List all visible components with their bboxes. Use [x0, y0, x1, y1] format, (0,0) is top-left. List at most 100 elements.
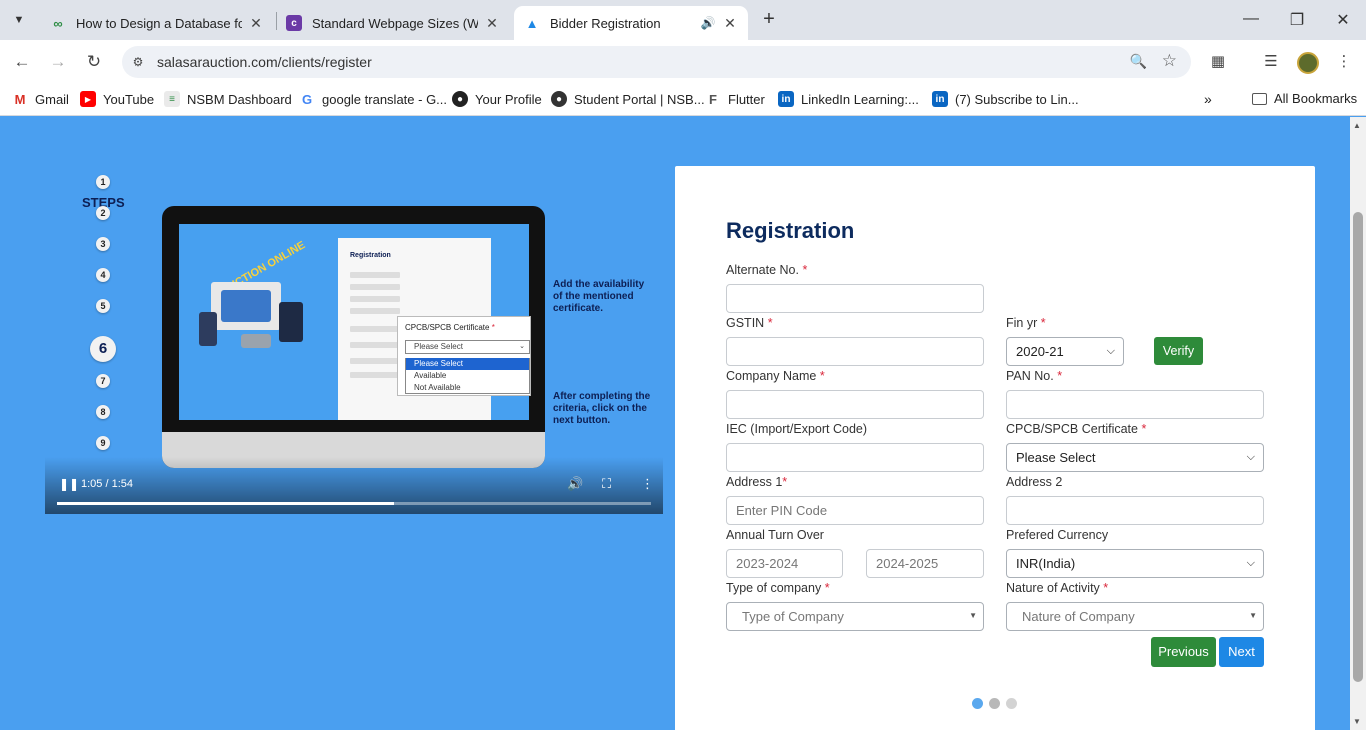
- bookmark-your-profile[interactable]: ● Your Profile: [452, 91, 542, 107]
- tab-strip: ▼ ∞ How to Design a Database for C ✕ c S…: [0, 0, 1366, 40]
- menu-icon[interactable]: ⋮: [1333, 51, 1355, 73]
- bookmark-label: Flutter: [728, 91, 765, 107]
- scrollbar-thumb[interactable]: [1353, 212, 1363, 682]
- previous-button[interactable]: Previous: [1151, 637, 1216, 667]
- bookmark-gmail[interactable]: M Gmail: [12, 91, 69, 107]
- globe-icon: ●: [551, 91, 567, 107]
- popup-option: Not Available: [405, 382, 530, 394]
- popup-option: Available: [405, 370, 530, 382]
- nature-activity-select[interactable]: Nature of Company ▼: [1006, 602, 1264, 631]
- company-name-input[interactable]: [726, 390, 984, 419]
- step-circle: 8: [96, 405, 110, 419]
- tab-colorlib[interactable]: c Standard Webpage Sizes (Which ✕: [276, 6, 510, 40]
- page-scrollbar[interactable]: ▲ ▼: [1350, 117, 1366, 730]
- company-name-label: Company Name *: [726, 369, 825, 383]
- tutorial-video[interactable]: STEPS 123456789 AUCTION ONLINE Registrat…: [45, 167, 663, 514]
- fin-yr-select[interactable]: 2020-21 ⌵: [1006, 337, 1124, 366]
- turnover-year1-input[interactable]: 2023-2024: [726, 549, 843, 578]
- tab-title: Standard Webpage Sizes (Which: [312, 15, 478, 31]
- gstin-input[interactable]: [726, 337, 984, 366]
- google-icon: G: [301, 91, 313, 107]
- extensions-icon[interactable]: ▦: [1207, 51, 1229, 73]
- gstin-label: GSTIN *: [726, 316, 773, 330]
- certificate-dropdown-popup: CPCB/SPCB Certificate * Please Select ⌄ P…: [397, 316, 531, 396]
- bookmark-youtube[interactable]: ▶ YouTube: [80, 91, 154, 107]
- caret-icon: ▼: [1249, 611, 1257, 620]
- fin-yr-label: Fin yr *: [1006, 316, 1046, 330]
- annual-turnover-label: Annual Turn Over: [726, 528, 824, 542]
- turnover-year2-input[interactable]: 2024-2025: [866, 549, 984, 578]
- page-title: Registration: [726, 218, 855, 243]
- verify-button[interactable]: Verify: [1154, 337, 1203, 365]
- tab-search-icon[interactable]: ▼: [8, 10, 30, 30]
- fullscreen-icon[interactable]: ⛶: [602, 476, 611, 492]
- iec-label: IEC (Import/Export Code): [726, 422, 868, 436]
- bookmark-star-icon[interactable]: ☆: [1162, 51, 1177, 71]
- popup-option: Please Select: [405, 358, 530, 370]
- close-tab-icon[interactable]: ✕: [722, 15, 738, 32]
- next-button[interactable]: Next: [1219, 637, 1264, 667]
- address1-label: Address 1*: [726, 475, 788, 489]
- iec-input[interactable]: [726, 443, 984, 472]
- tab-title: How to Design a Database for C: [76, 15, 242, 31]
- bookmark-label: (7) Subscribe to Lin...: [955, 91, 1079, 107]
- url-text[interactable]: salasarauction.com/clients/register: [157, 54, 372, 70]
- bookmark-google-translate[interactable]: G google translate - G...: [299, 91, 447, 107]
- video-progress-fill: [57, 502, 395, 505]
- tab-bidder-registration[interactable]: ▲ Bidder Registration 🔊 ✕: [514, 6, 748, 40]
- close-tab-icon[interactable]: ✕: [248, 15, 264, 32]
- bookmark-subscribe[interactable]: in (7) Subscribe to Lin...: [932, 91, 1079, 107]
- registration-card: Registration Alternate No. * GSTIN * Fin…: [675, 166, 1315, 730]
- volume-icon[interactable]: 🔊: [567, 476, 583, 492]
- speaker-icon[interactable]: 🔊: [700, 16, 716, 30]
- bookmark-student-portal[interactable]: ● Student Portal | NSB...: [551, 91, 705, 107]
- type-company-select[interactable]: Type of Company ▼: [726, 602, 984, 631]
- video-progress-bar[interactable]: [57, 502, 651, 505]
- site-settings-icon[interactable]: ⚙: [130, 54, 146, 70]
- cpcb-label: CPCB/SPCB Certificate *: [1006, 422, 1147, 436]
- type-company-label: Type of company *: [726, 581, 830, 595]
- bookmark-linkedin-learning[interactable]: in LinkedIn Learning:...: [778, 91, 919, 107]
- back-icon[interactable]: ←: [12, 52, 32, 72]
- video-menu-icon[interactable]: ⋮: [641, 476, 654, 492]
- pan-no-label: PAN No. *: [1006, 369, 1063, 383]
- cpcb-select[interactable]: Please Select ⌵: [1006, 443, 1264, 472]
- bookmark-label: Student Portal | NSB...: [574, 91, 705, 107]
- caret-icon: ▼: [969, 611, 977, 620]
- step-circle: 9: [96, 436, 110, 450]
- all-bookmarks[interactable]: All Bookmarks: [1252, 91, 1357, 106]
- more-bookmarks-icon[interactable]: »: [1204, 91, 1212, 107]
- address1-input[interactable]: Enter PIN Code: [726, 496, 984, 525]
- step-circle: 4: [96, 268, 110, 282]
- close-window-icon[interactable]: ✕: [1333, 10, 1353, 30]
- bookmark-flutter[interactable]: F Flutter: [705, 91, 765, 107]
- video-controls: ❚❚ 1:05 / 1:54 🔊 ⛶ ⋮: [45, 457, 663, 514]
- restore-icon[interactable]: ❐: [1287, 10, 1307, 30]
- minimize-icon[interactable]: —: [1241, 10, 1261, 28]
- pause-icon[interactable]: ❚❚: [59, 477, 79, 491]
- annotation-certificate: Add the availability of the mentioned ce…: [553, 279, 645, 314]
- reload-icon[interactable]: ↻: [84, 52, 104, 72]
- github-icon: ●: [452, 91, 468, 107]
- annotation-next: After completing the criteria, click on …: [553, 391, 651, 426]
- linkedin-icon: in: [932, 91, 948, 107]
- popup-label: CPCB/SPCB Certificate *: [405, 323, 495, 332]
- address-bar[interactable]: ⚙ salasarauction.com/clients/register 🔍 …: [122, 46, 1191, 78]
- browser-toolbar: ← → ↻ ⚙ salasarauction.com/clients/regis…: [0, 40, 1366, 84]
- forward-icon[interactable]: →: [48, 52, 68, 72]
- step-indicator: [972, 698, 1032, 710]
- zoom-icon[interactable]: 🔍: [1130, 53, 1147, 70]
- nature-activity-label: Nature of Activity *: [1006, 581, 1109, 595]
- bookmark-nsbm[interactable]: ≡ NSBM Dashboard: [164, 91, 292, 107]
- video-time: 1:05 / 1:54: [81, 478, 133, 490]
- profile-avatar[interactable]: [1297, 52, 1319, 74]
- close-tab-icon[interactable]: ✕: [484, 15, 500, 32]
- address2-input[interactable]: [1006, 496, 1264, 525]
- currency-select[interactable]: INR(India) ⌵: [1006, 549, 1264, 578]
- media-control-icon[interactable]: ☰: [1260, 51, 1282, 73]
- alternate-no-input[interactable]: [726, 284, 984, 313]
- step-circle: 7: [96, 374, 110, 388]
- pan-no-input[interactable]: [1006, 390, 1264, 419]
- tab-geeks[interactable]: ∞ How to Design a Database for C ✕: [40, 6, 274, 40]
- new-tab-button[interactable]: +: [758, 9, 780, 31]
